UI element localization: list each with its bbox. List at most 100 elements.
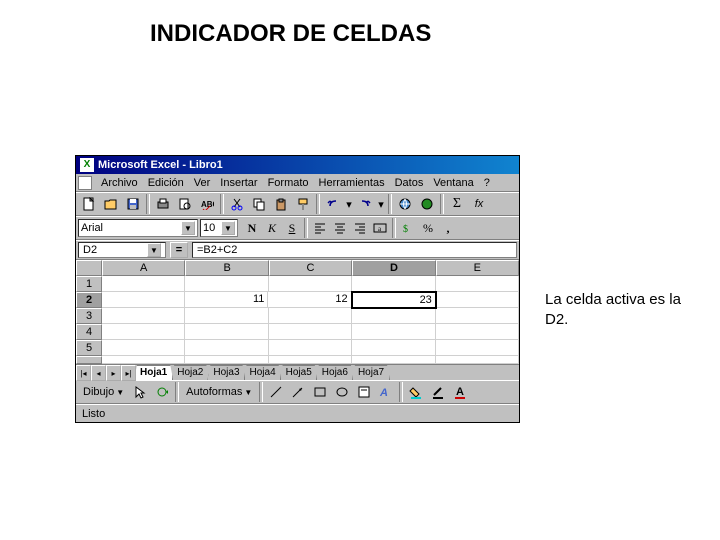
line-button[interactable] bbox=[265, 382, 287, 402]
bold-button[interactable]: N bbox=[242, 218, 262, 238]
redo-dropdown[interactable]: ▾ bbox=[376, 194, 386, 214]
hyperlink-button[interactable] bbox=[394, 194, 416, 214]
undo-button[interactable] bbox=[322, 194, 344, 214]
cell-a3[interactable] bbox=[102, 308, 185, 324]
row-header-3[interactable]: 3 bbox=[76, 308, 102, 324]
cell-b1[interactable] bbox=[185, 276, 268, 292]
open-button[interactable] bbox=[100, 194, 122, 214]
sheet-tab-hoja7[interactable]: Hoja7 bbox=[352, 365, 390, 380]
cell-b4[interactable] bbox=[185, 324, 268, 340]
web-toolbar-button[interactable] bbox=[416, 194, 438, 214]
cut-button[interactable] bbox=[226, 194, 248, 214]
textbox-button[interactable] bbox=[353, 382, 375, 402]
redo-button[interactable] bbox=[354, 194, 376, 214]
cell-e6[interactable] bbox=[436, 356, 519, 364]
font-combo[interactable]: Arial ▼ bbox=[78, 219, 198, 237]
cell-b5[interactable] bbox=[185, 340, 268, 356]
cell-e1[interactable] bbox=[436, 276, 519, 292]
menu-edicion[interactable]: Edición bbox=[143, 176, 189, 190]
row-header-5[interactable]: 5 bbox=[76, 340, 102, 356]
col-header-a[interactable]: A bbox=[102, 260, 185, 276]
autoshapes-menu[interactable]: Autoformas ▼ bbox=[181, 383, 257, 401]
cell-b2[interactable]: 11 bbox=[185, 292, 268, 308]
sheet-tab-hoja1[interactable]: Hoja1 bbox=[136, 365, 173, 380]
cell-c4[interactable] bbox=[269, 324, 352, 340]
cell-d1[interactable] bbox=[352, 276, 435, 292]
cell-d2[interactable]: 23 bbox=[351, 291, 437, 309]
menu-archivo[interactable]: Archivo bbox=[96, 176, 143, 190]
draw-menu[interactable]: Dibujo ▼ bbox=[78, 383, 129, 401]
sheet-tab-hoja3[interactable]: Hoja3 bbox=[207, 365, 245, 380]
spellcheck-button[interactable]: ABC bbox=[196, 194, 218, 214]
merge-center-button[interactable]: a bbox=[370, 218, 390, 238]
fill-color-button[interactable] bbox=[405, 382, 427, 402]
select-all-corner[interactable] bbox=[76, 260, 102, 276]
formula-input[interactable]: =B2+C2 bbox=[192, 242, 517, 258]
col-header-e[interactable]: E bbox=[436, 260, 519, 276]
new-button[interactable] bbox=[78, 194, 100, 214]
menu-herramientas[interactable]: Herramientas bbox=[314, 176, 390, 190]
row-header-6[interactable] bbox=[76, 356, 102, 364]
wordart-button[interactable]: A bbox=[375, 382, 397, 402]
menu-ventana[interactable]: Ventana bbox=[428, 176, 478, 190]
col-header-d[interactable]: D bbox=[352, 260, 435, 276]
print-button[interactable] bbox=[152, 194, 174, 214]
row-header-2[interactable]: 2 bbox=[76, 292, 102, 308]
copy-button[interactable] bbox=[248, 194, 270, 214]
cell-b6[interactable] bbox=[185, 356, 268, 364]
cell-d3[interactable] bbox=[352, 308, 435, 324]
cell-b3[interactable] bbox=[185, 308, 268, 324]
cell-a1[interactable] bbox=[102, 276, 185, 292]
autosum-button[interactable]: Σ bbox=[446, 194, 468, 214]
arrow-button[interactable] bbox=[287, 382, 309, 402]
format-painter-button[interactable] bbox=[292, 194, 314, 214]
cell-c5[interactable] bbox=[269, 340, 352, 356]
cell-d5[interactable] bbox=[352, 340, 435, 356]
cell-c2[interactable]: 12 bbox=[268, 292, 351, 308]
function-button[interactable]: fx bbox=[468, 194, 490, 214]
sheet-nav-first[interactable]: |◂ bbox=[76, 365, 91, 381]
col-header-b[interactable]: B bbox=[185, 260, 268, 276]
cell-e5[interactable] bbox=[436, 340, 519, 356]
select-objects-button[interactable] bbox=[129, 382, 151, 402]
undo-dropdown[interactable]: ▾ bbox=[344, 194, 354, 214]
comma-button[interactable]: , bbox=[438, 218, 458, 238]
cell-a2[interactable] bbox=[102, 292, 185, 308]
sheet-tab-hoja2[interactable]: Hoja2 bbox=[171, 365, 209, 380]
oval-button[interactable] bbox=[331, 382, 353, 402]
paste-button[interactable] bbox=[270, 194, 292, 214]
rotate-button[interactable] bbox=[151, 382, 173, 402]
cell-d6[interactable] bbox=[352, 356, 435, 364]
sheet-tab-hoja6[interactable]: Hoja6 bbox=[316, 365, 354, 380]
align-left-button[interactable] bbox=[310, 218, 330, 238]
document-icon[interactable] bbox=[78, 176, 92, 190]
sheet-nav-last[interactable]: ▸| bbox=[121, 365, 136, 381]
font-size-combo[interactable]: 10 ▼ bbox=[200, 219, 238, 237]
sheet-tab-hoja4[interactable]: Hoja4 bbox=[244, 365, 282, 380]
save-button[interactable] bbox=[122, 194, 144, 214]
font-color-button[interactable]: A bbox=[449, 382, 471, 402]
cell-a4[interactable] bbox=[102, 324, 185, 340]
align-right-button[interactable] bbox=[350, 218, 370, 238]
cell-e2[interactable] bbox=[436, 292, 519, 308]
menu-ver[interactable]: Ver bbox=[189, 176, 216, 190]
cell-a5[interactable] bbox=[102, 340, 185, 356]
row-header-4[interactable]: 4 bbox=[76, 324, 102, 340]
sheet-nav-next[interactable]: ▸ bbox=[106, 365, 121, 381]
rectangle-button[interactable] bbox=[309, 382, 331, 402]
formula-equals-button[interactable]: = bbox=[170, 242, 188, 258]
cell-c1[interactable] bbox=[269, 276, 352, 292]
sheet-tab-hoja5[interactable]: Hoja5 bbox=[280, 365, 318, 380]
underline-button[interactable]: S bbox=[282, 218, 302, 238]
name-box[interactable]: D2 ▼ bbox=[78, 242, 166, 258]
cell-c3[interactable] bbox=[269, 308, 352, 324]
row-header-1[interactable]: 1 bbox=[76, 276, 102, 292]
cell-d4[interactable] bbox=[352, 324, 435, 340]
align-center-button[interactable] bbox=[330, 218, 350, 238]
cell-a6[interactable] bbox=[102, 356, 185, 364]
menu-insertar[interactable]: Insertar bbox=[215, 176, 262, 190]
menu-formato[interactable]: Formato bbox=[263, 176, 314, 190]
col-header-c[interactable]: C bbox=[269, 260, 352, 276]
sheet-nav-prev[interactable]: ◂ bbox=[91, 365, 106, 381]
cell-c6[interactable] bbox=[269, 356, 352, 364]
